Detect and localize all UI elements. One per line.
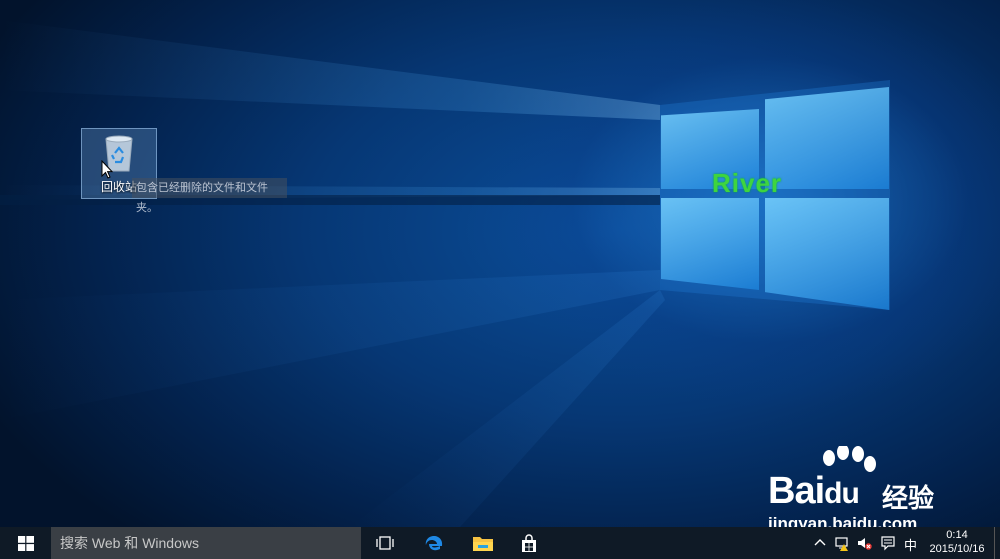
- edge-button[interactable]: [412, 527, 456, 559]
- mouse-cursor-icon: [101, 160, 113, 179]
- taskbar: 搜索 Web 和 Windows 中 0:14 2015/10/16: [0, 527, 1000, 559]
- baidu-url: jingyan.baidu.com: [768, 514, 918, 527]
- river-watermark: River: [712, 168, 783, 198]
- clock[interactable]: 0:14 2015/10/16: [924, 528, 990, 556]
- search-input[interactable]: 搜索 Web 和 Windows: [51, 527, 361, 559]
- file-explorer-icon: [473, 537, 493, 551]
- recycle-bin-tooltip: 包含已经删除的文件和文件夹。: [132, 178, 287, 214]
- start-button[interactable]: [0, 527, 50, 559]
- volume-muted-icon[interactable]: [856, 535, 872, 551]
- network-warning-icon[interactable]: [834, 535, 850, 551]
- file-explorer-button[interactable]: [460, 527, 504, 559]
- store-icon: [522, 534, 536, 552]
- edge-icon: [425, 536, 443, 551]
- task-view-icon: [376, 536, 394, 550]
- clock-time: 0:14: [946, 529, 968, 541]
- show-hidden-icons-chevron-up-icon[interactable]: [812, 535, 828, 551]
- desktop[interactable]: 回收站 包含已经删除的文件和文件夹。 River Baidu 经验 jingya…: [0, 0, 1000, 527]
- ime-indicator[interactable]: 中: [904, 535, 917, 554]
- windows-start-icon: [18, 536, 34, 551]
- baidu-logo-text: Baidu: [768, 470, 860, 512]
- show-desktop-button[interactable]: [994, 527, 1000, 559]
- task-view-button[interactable]: [363, 527, 407, 559]
- baidu-jingyan-label: 经验: [882, 483, 935, 513]
- store-button[interactable]: [507, 527, 551, 559]
- action-center-icon[interactable]: [880, 535, 896, 551]
- clock-date: 2015/10/16: [929, 543, 985, 555]
